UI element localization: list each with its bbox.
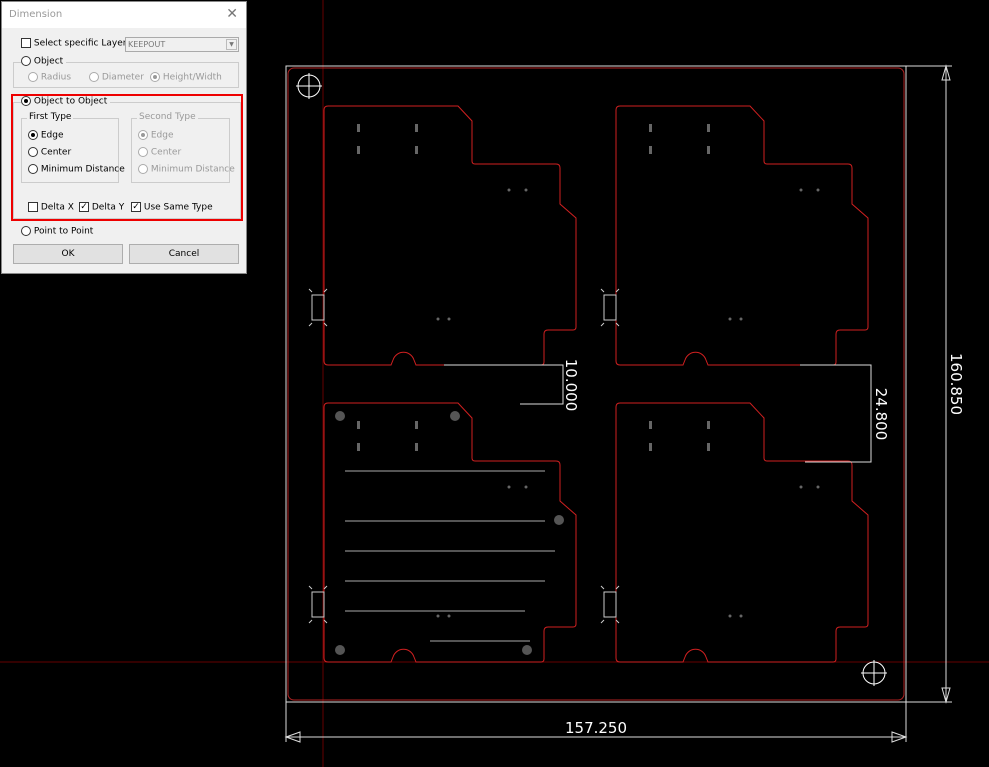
label: Center bbox=[150, 147, 182, 158]
check-icon[interactable]: ✓ bbox=[79, 202, 89, 212]
dim-gap-y-label: 24.800 bbox=[872, 388, 890, 441]
radio-icon[interactable] bbox=[21, 56, 31, 66]
first-min-distance-radio[interactable]: Minimum Distance bbox=[28, 164, 125, 175]
close-icon[interactable]: ✕ bbox=[226, 6, 238, 22]
second-edge-radio: Edge bbox=[138, 130, 174, 141]
radius-radio: Radius bbox=[28, 72, 71, 83]
select-layer-checkbox[interactable]: Select specific Layer bbox=[21, 38, 126, 49]
first-edge-radio[interactable]: Edge bbox=[28, 130, 64, 141]
label: Delta X bbox=[40, 202, 74, 213]
point-to-point-radio[interactable]: Point to Point bbox=[21, 226, 93, 237]
checkbox-icon[interactable] bbox=[21, 38, 31, 48]
radius-label: Radius bbox=[40, 72, 72, 83]
cancel-button[interactable]: Cancel bbox=[129, 244, 239, 264]
use-same-type-checkbox[interactable]: ✓ Use Same Type bbox=[131, 202, 213, 213]
chevron-down-icon[interactable]: ▼ bbox=[226, 39, 237, 50]
board-top-right[interactable] bbox=[600, 105, 869, 366]
label: Delta Y bbox=[91, 202, 125, 213]
dim-gap-x-label: 10.000 bbox=[562, 359, 580, 412]
label: Edge bbox=[40, 130, 64, 141]
dim-width-label: 157.250 bbox=[565, 719, 627, 737]
ok-button[interactable]: OK bbox=[13, 244, 123, 264]
board-bottom-left[interactable] bbox=[308, 402, 577, 663]
bottom-left-components bbox=[335, 411, 564, 655]
second-center-radio: Center bbox=[138, 147, 181, 158]
board-frame bbox=[285, 65, 907, 703]
dimension-dialog: Dimension ✕ Select specific Layer KEEPOUT… bbox=[1, 1, 247, 274]
height-width-radio: Height/Width bbox=[150, 72, 222, 83]
fiducial-icon bbox=[296, 73, 322, 99]
diameter-label: Diameter bbox=[101, 72, 144, 83]
dialog-title: Dimension bbox=[9, 9, 63, 20]
board-frame-inner bbox=[287, 67, 905, 701]
layer-value: KEEPOUT bbox=[128, 40, 166, 49]
second-min-distance-radio: Minimum Distance bbox=[138, 164, 235, 175]
fiducial-icon bbox=[861, 660, 887, 686]
first-type-label: First Type bbox=[27, 112, 74, 122]
label: Minimum Distance bbox=[40, 164, 125, 175]
label: Minimum Distance bbox=[150, 164, 235, 175]
object-label: Object bbox=[33, 56, 64, 67]
label: Edge bbox=[150, 130, 174, 141]
object-to-object-label: Object to Object bbox=[33, 96, 108, 107]
second-type-label: Second Type bbox=[137, 112, 198, 122]
dialog-titlebar: Dimension ✕ bbox=[2, 2, 246, 28]
radio-icon[interactable] bbox=[21, 96, 31, 106]
dim-height-label: 160.850 bbox=[947, 353, 965, 415]
check-icon[interactable]: ✓ bbox=[131, 202, 141, 212]
delta-x-checkbox[interactable]: Delta X bbox=[28, 202, 74, 213]
height-width-label: Height/Width bbox=[162, 72, 222, 83]
label: Center bbox=[40, 147, 72, 158]
board-bottom-right[interactable] bbox=[600, 402, 869, 663]
label: Point to Point bbox=[33, 226, 94, 237]
diameter-radio: Diameter bbox=[89, 72, 144, 83]
object-to-object-radio[interactable]: Object to Object bbox=[21, 96, 111, 107]
select-layer-label: Select specific Layer bbox=[33, 38, 127, 49]
delta-y-checkbox[interactable]: ✓ Delta Y bbox=[79, 202, 124, 213]
layer-select[interactable]: KEEPOUT ▼ bbox=[125, 37, 239, 52]
first-center-radio[interactable]: Center bbox=[28, 147, 71, 158]
board-top-left[interactable] bbox=[308, 105, 577, 366]
label: Use Same Type bbox=[143, 202, 213, 213]
object-radio[interactable]: Object bbox=[21, 56, 67, 67]
